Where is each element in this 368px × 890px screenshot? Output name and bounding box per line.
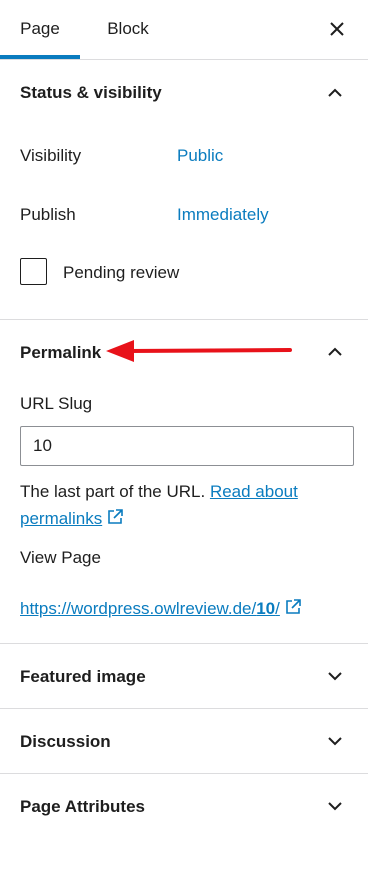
permalink-help-text: The last part of the URL.	[20, 482, 206, 501]
featured-image-panel-toggle[interactable]: Featured image	[0, 644, 368, 708]
page-attributes-title: Page Attributes	[20, 797, 146, 816]
tab-block[interactable]: Block	[92, 0, 164, 60]
page-attributes-panel-toggle[interactable]: Page Attributes	[0, 774, 368, 838]
view-page-link[interactable]: https://wordpress.owlreview.de/10/	[20, 599, 280, 618]
status-visibility-panel-toggle[interactable]: Status & visibility	[0, 61, 368, 125]
visibility-label: Visibility	[20, 146, 82, 165]
tab-page[interactable]: Page	[0, 0, 80, 60]
chevron-up-icon	[328, 88, 342, 97]
permalink-help: The last part of the URL. Read about per…	[20, 478, 350, 532]
chevron-down-icon	[328, 802, 342, 811]
pending-review-checkbox[interactable]	[20, 258, 47, 285]
active-tab-indicator	[0, 55, 80, 59]
discussion-panel-toggle[interactable]: Discussion	[0, 709, 368, 773]
publish-label: Publish	[20, 205, 76, 224]
sidebar-tabs: Page Block	[0, 0, 368, 60]
view-page-url: https://wordpress.owlreview.de/10/	[20, 598, 302, 619]
permalink-title: Permalink	[20, 343, 102, 362]
close-icon[interactable]	[322, 14, 352, 44]
view-page-label: View Page	[20, 548, 101, 567]
pending-review-label: Pending review	[63, 263, 180, 282]
view-page-url-tail: /	[275, 599, 280, 618]
view-page-url-slug: 10	[256, 599, 276, 618]
view-page-url-base: https://wordpress.owlreview.de/	[20, 599, 257, 618]
url-slug-label: URL Slug	[20, 394, 93, 413]
external-link-icon	[286, 599, 301, 614]
chevron-up-icon	[328, 347, 342, 356]
url-slug-input[interactable]	[20, 426, 354, 466]
publish-date-button[interactable]: Immediately	[177, 205, 269, 225]
chevron-down-icon	[328, 737, 342, 746]
featured-image-title: Featured image	[20, 667, 146, 686]
annotation-arrow	[106, 340, 292, 362]
status-visibility-title: Status & visibility	[20, 83, 162, 102]
chevron-down-icon	[328, 672, 342, 681]
external-link-icon	[108, 509, 124, 524]
discussion-title: Discussion	[20, 732, 111, 751]
visibility-value-button[interactable]: Public	[177, 146, 223, 166]
